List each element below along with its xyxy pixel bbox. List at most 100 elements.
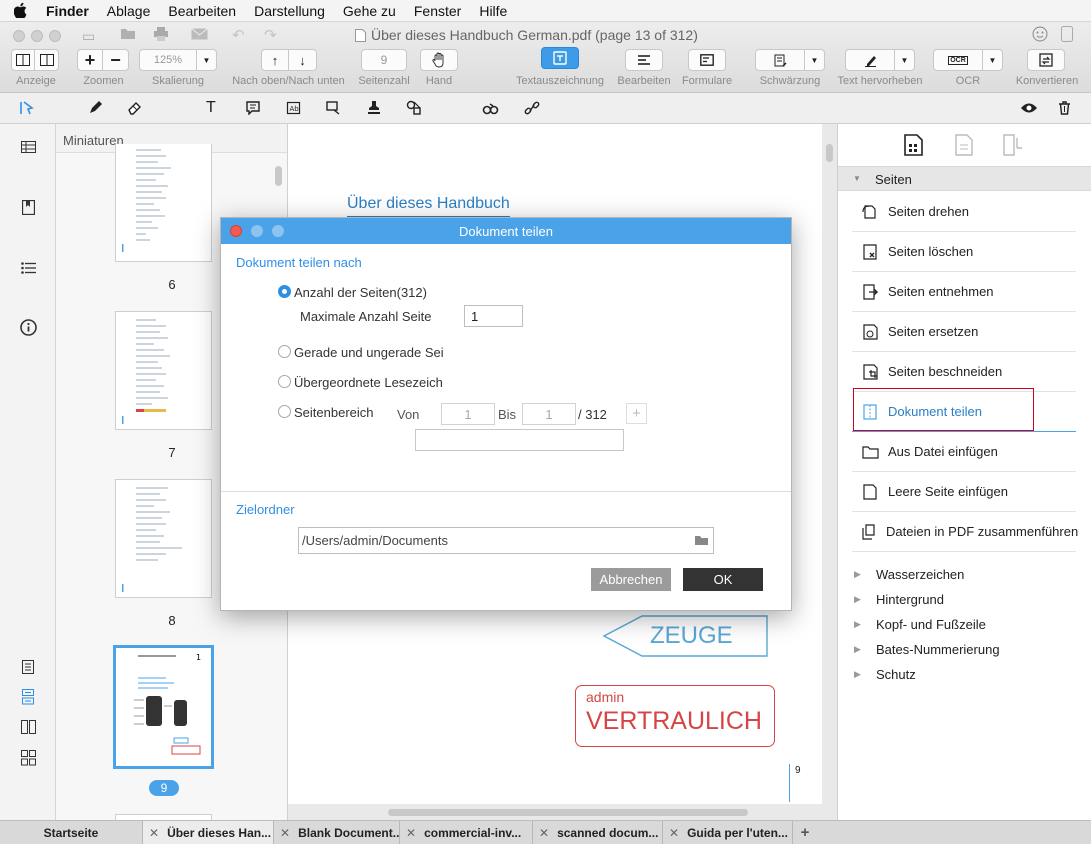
textbox-tool-icon[interactable]: Ab bbox=[286, 101, 301, 115]
tab-home[interactable]: Startseite bbox=[0, 821, 143, 844]
document-properties-icon[interactable] bbox=[955, 134, 973, 156]
mail-icon[interactable] bbox=[191, 28, 208, 40]
protection-section[interactable]: ▶ Schutz bbox=[854, 667, 916, 682]
add-range-icon[interactable]: + bbox=[626, 403, 647, 424]
text-markup-button[interactable] bbox=[541, 47, 579, 69]
attachment-panel-icon[interactable] bbox=[1003, 134, 1023, 156]
chain-link-icon[interactable] bbox=[524, 101, 540, 115]
add-tab-icon[interactable]: + bbox=[793, 821, 817, 844]
dialog-zoom-button[interactable] bbox=[272, 225, 284, 237]
radio-even-odd[interactable] bbox=[278, 345, 291, 358]
redo-icon[interactable]: ↷ bbox=[264, 26, 277, 44]
thumbnails-scrollbar[interactable] bbox=[275, 166, 282, 186]
menu-bearbeiten[interactable]: Bearbeiten bbox=[159, 3, 245, 19]
apple-icon[interactable] bbox=[0, 3, 37, 18]
page-down-button[interactable]: ↓ bbox=[289, 49, 317, 71]
page-number-field[interactable]: 9 bbox=[361, 49, 407, 71]
close-tab-icon[interactable]: ✕ bbox=[539, 826, 549, 840]
thumbnail-page-7[interactable] bbox=[115, 311, 212, 430]
menu-gehe-zu[interactable]: Gehe zu bbox=[334, 3, 405, 19]
hand-tool-button[interactable] bbox=[420, 49, 458, 71]
tab-commercial-invoice[interactable]: ✕ commercial-inv... bbox=[400, 821, 533, 844]
tab-current-document[interactable]: ✕ Über dieses Han... bbox=[143, 821, 274, 844]
single-page-mode-icon[interactable] bbox=[22, 660, 34, 674]
tab-guida[interactable]: ✕ Guida per l'uten... bbox=[663, 821, 793, 844]
redaction-button[interactable] bbox=[755, 49, 805, 71]
dialog-close-button[interactable] bbox=[230, 225, 242, 237]
bookmark-panel-icon[interactable] bbox=[22, 200, 35, 215]
trash-icon[interactable] bbox=[1058, 101, 1071, 115]
watermark-section[interactable]: ▶ Wasserzeichen bbox=[854, 567, 964, 582]
radio-page-count[interactable] bbox=[278, 285, 291, 298]
merge-files-item[interactable]: Dateien in PDF zusammenführen bbox=[852, 512, 1078, 552]
zoom-in-button[interactable]: + bbox=[77, 49, 103, 71]
two-page-continuous-icon[interactable] bbox=[21, 750, 36, 766]
bates-numbering-section[interactable]: ▶ Bates-Nummerierung bbox=[854, 642, 1000, 657]
menu-fenster[interactable]: Fenster bbox=[405, 3, 470, 19]
device-icon[interactable] bbox=[1061, 26, 1073, 42]
callout-tool-icon[interactable] bbox=[326, 101, 341, 115]
close-tab-icon[interactable]: ✕ bbox=[280, 826, 290, 840]
header-footer-section[interactable]: ▶ Kopf- und Fußzeile bbox=[854, 617, 986, 632]
zoom-out-button[interactable]: − bbox=[103, 49, 129, 71]
text-tool-icon[interactable]: T bbox=[206, 99, 216, 117]
minimize-window-button[interactable] bbox=[31, 30, 43, 42]
document-horizontal-scrollbar[interactable] bbox=[388, 809, 748, 816]
rotate-pages-item[interactable]: Seiten drehen bbox=[852, 192, 1076, 232]
forms-button[interactable] bbox=[688, 49, 726, 71]
radio-bookmarks[interactable] bbox=[278, 375, 291, 388]
menu-ablage[interactable]: Ablage bbox=[98, 3, 160, 19]
note-tool-icon[interactable] bbox=[246, 101, 260, 115]
scale-select[interactable]: 125% ▼ bbox=[139, 49, 217, 71]
stamp-tool-icon[interactable] bbox=[367, 100, 381, 115]
single-page-view-button[interactable] bbox=[11, 49, 35, 71]
select-tool-icon[interactable] bbox=[20, 101, 34, 115]
extract-pages-item[interactable]: Seiten entnehmen bbox=[852, 272, 1076, 312]
thumbnail-page-9[interactable]: 1 bbox=[113, 645, 214, 769]
eraser-tool-icon[interactable] bbox=[127, 101, 142, 115]
convert-button[interactable] bbox=[1027, 49, 1065, 71]
close-window-button[interactable] bbox=[13, 30, 25, 42]
close-tab-icon[interactable]: ✕ bbox=[669, 826, 679, 840]
radio-page-range[interactable] bbox=[278, 405, 291, 418]
zoom-window-button[interactable] bbox=[49, 30, 61, 42]
menu-finder[interactable]: Finder bbox=[37, 3, 98, 19]
smiley-icon[interactable] bbox=[1032, 26, 1048, 42]
undo-icon[interactable]: ↶ bbox=[232, 26, 245, 44]
insert-from-file-item[interactable]: Aus Datei einfügen bbox=[852, 432, 1076, 472]
edit-button[interactable] bbox=[625, 49, 663, 71]
max-pages-input[interactable]: 1 bbox=[464, 305, 523, 327]
replace-pages-item[interactable]: Seiten ersetzen bbox=[852, 312, 1076, 352]
background-section[interactable]: ▶ Hintergrund bbox=[854, 592, 944, 607]
cancel-button[interactable]: Abbrechen bbox=[591, 568, 671, 591]
thumbnail-page-8[interactable] bbox=[115, 479, 212, 598]
close-tab-icon[interactable]: ✕ bbox=[149, 826, 159, 840]
eye-icon[interactable] bbox=[1020, 102, 1038, 114]
custom-range-input[interactable] bbox=[415, 429, 624, 451]
ok-button[interactable]: OK bbox=[683, 568, 763, 591]
dialog-minimize-button[interactable] bbox=[251, 225, 263, 237]
info-panel-icon[interactable] bbox=[20, 319, 37, 336]
folder-icon[interactable] bbox=[120, 27, 136, 40]
scale-dropdown-icon[interactable]: ▼ bbox=[197, 49, 217, 71]
tab-scanned-document[interactable]: ✕ scanned docum... bbox=[533, 821, 663, 844]
highlight-dropdown-icon[interactable]: ▼ bbox=[895, 49, 915, 71]
menu-hilfe[interactable]: Hilfe bbox=[470, 3, 516, 19]
continuous-mode-icon[interactable] bbox=[22, 689, 34, 705]
page-up-button[interactable]: ↑ bbox=[261, 49, 289, 71]
highlight-button[interactable] bbox=[845, 49, 895, 71]
link-tool-icon[interactable] bbox=[482, 101, 500, 115]
pen-tool-icon[interactable] bbox=[88, 101, 102, 115]
close-tab-icon[interactable]: ✕ bbox=[406, 826, 416, 840]
two-page-view-button[interactable] bbox=[35, 49, 59, 71]
outline-panel-icon[interactable] bbox=[21, 262, 36, 274]
shapes-tool-icon[interactable] bbox=[406, 100, 422, 115]
delete-pages-item[interactable]: Seiten löschen bbox=[852, 232, 1076, 272]
browse-folder-icon[interactable] bbox=[694, 534, 709, 546]
redaction-dropdown-icon[interactable]: ▼ bbox=[805, 49, 825, 71]
save-icon[interactable]: ▭ bbox=[82, 28, 95, 45]
insert-blank-page-item[interactable]: Leere Seite einfügen bbox=[852, 472, 1076, 512]
target-folder-input[interactable]: /Users/admin/Documents bbox=[298, 527, 714, 554]
ocr-dropdown-icon[interactable]: ▼ bbox=[983, 49, 1003, 71]
page-tools-icon[interactable] bbox=[904, 134, 923, 156]
